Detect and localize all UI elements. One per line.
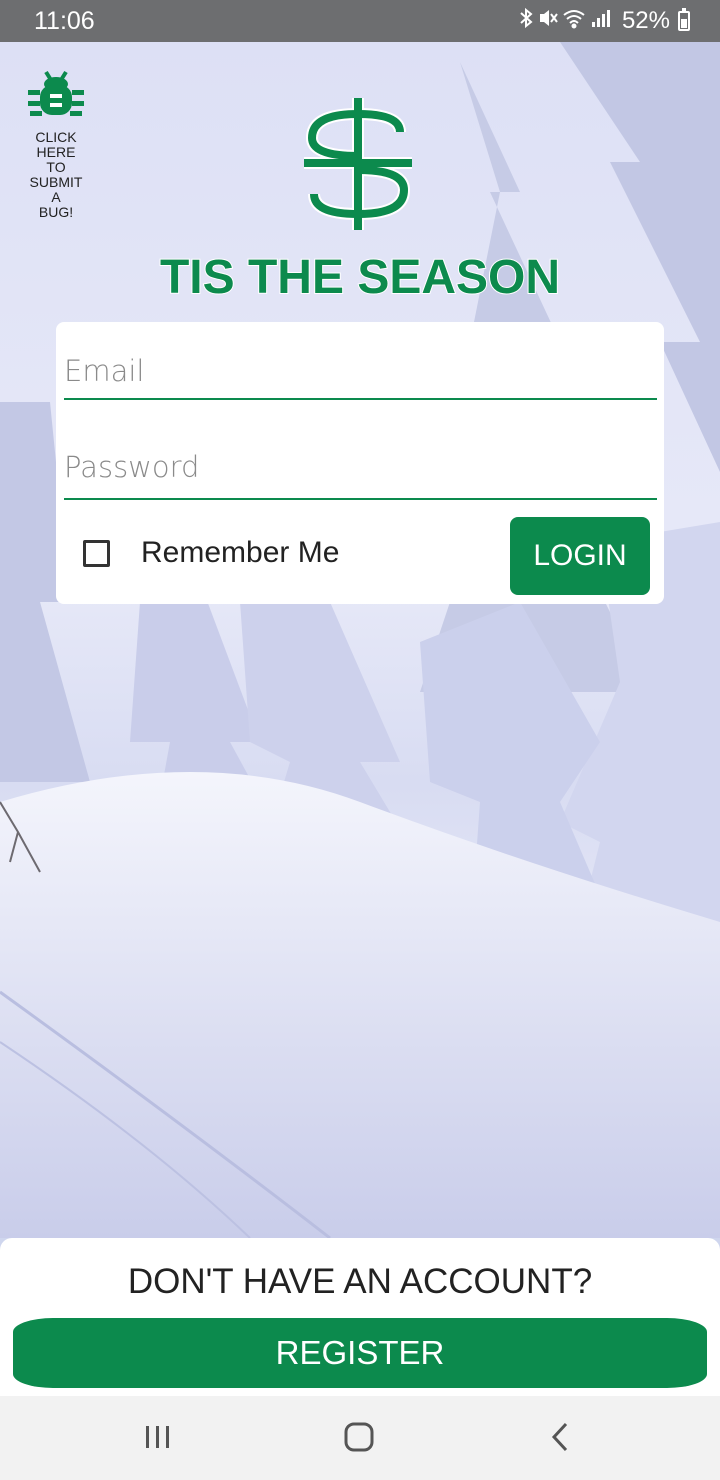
login-card: Remember Me LOGIN xyxy=(56,322,664,604)
remember-me-label[interactable]: Remember Me xyxy=(141,536,339,570)
home-icon[interactable] xyxy=(344,1422,374,1452)
back-icon[interactable] xyxy=(548,1422,572,1452)
mute-icon xyxy=(539,10,558,26)
app-title: TIS THE SEASON xyxy=(159,250,561,305)
password-input[interactable] xyxy=(64,450,657,484)
email-field-container xyxy=(64,354,657,400)
submit-bug-label: CLICK HERE TO SUBMIT A BUG! xyxy=(29,129,83,220)
login-button[interactable]: LOGIN xyxy=(510,517,650,595)
register-button[interactable]: REGISTER xyxy=(13,1318,707,1388)
wifi-icon xyxy=(563,10,585,29)
status-bar: 11:06 52% xyxy=(0,0,720,42)
battery-text: 52% xyxy=(621,7,670,34)
remember-me-checkbox[interactable] xyxy=(83,540,110,567)
battery-icon xyxy=(678,8,690,31)
email-input[interactable] xyxy=(64,354,657,388)
recents-icon[interactable] xyxy=(144,1422,172,1452)
bluetooth-icon xyxy=(520,7,533,29)
submit-bug-link[interactable]: CLICK HERE TO SUBMIT A BUG! xyxy=(22,68,90,220)
signal-icon xyxy=(591,10,610,27)
dollar-logo-icon xyxy=(304,98,412,230)
register-prompt: DON'T HAVE AN ACCOUNT? xyxy=(127,1262,593,1301)
status-time: 11:06 xyxy=(34,7,95,35)
system-nav-bar xyxy=(0,1396,720,1480)
password-field-container xyxy=(64,450,657,500)
bug-icon xyxy=(28,70,84,116)
connectivity-icons xyxy=(518,7,614,35)
status-icons-group: 52% xyxy=(518,7,690,35)
register-panel: DON'T HAVE AN ACCOUNT? REGISTER xyxy=(0,1238,720,1396)
